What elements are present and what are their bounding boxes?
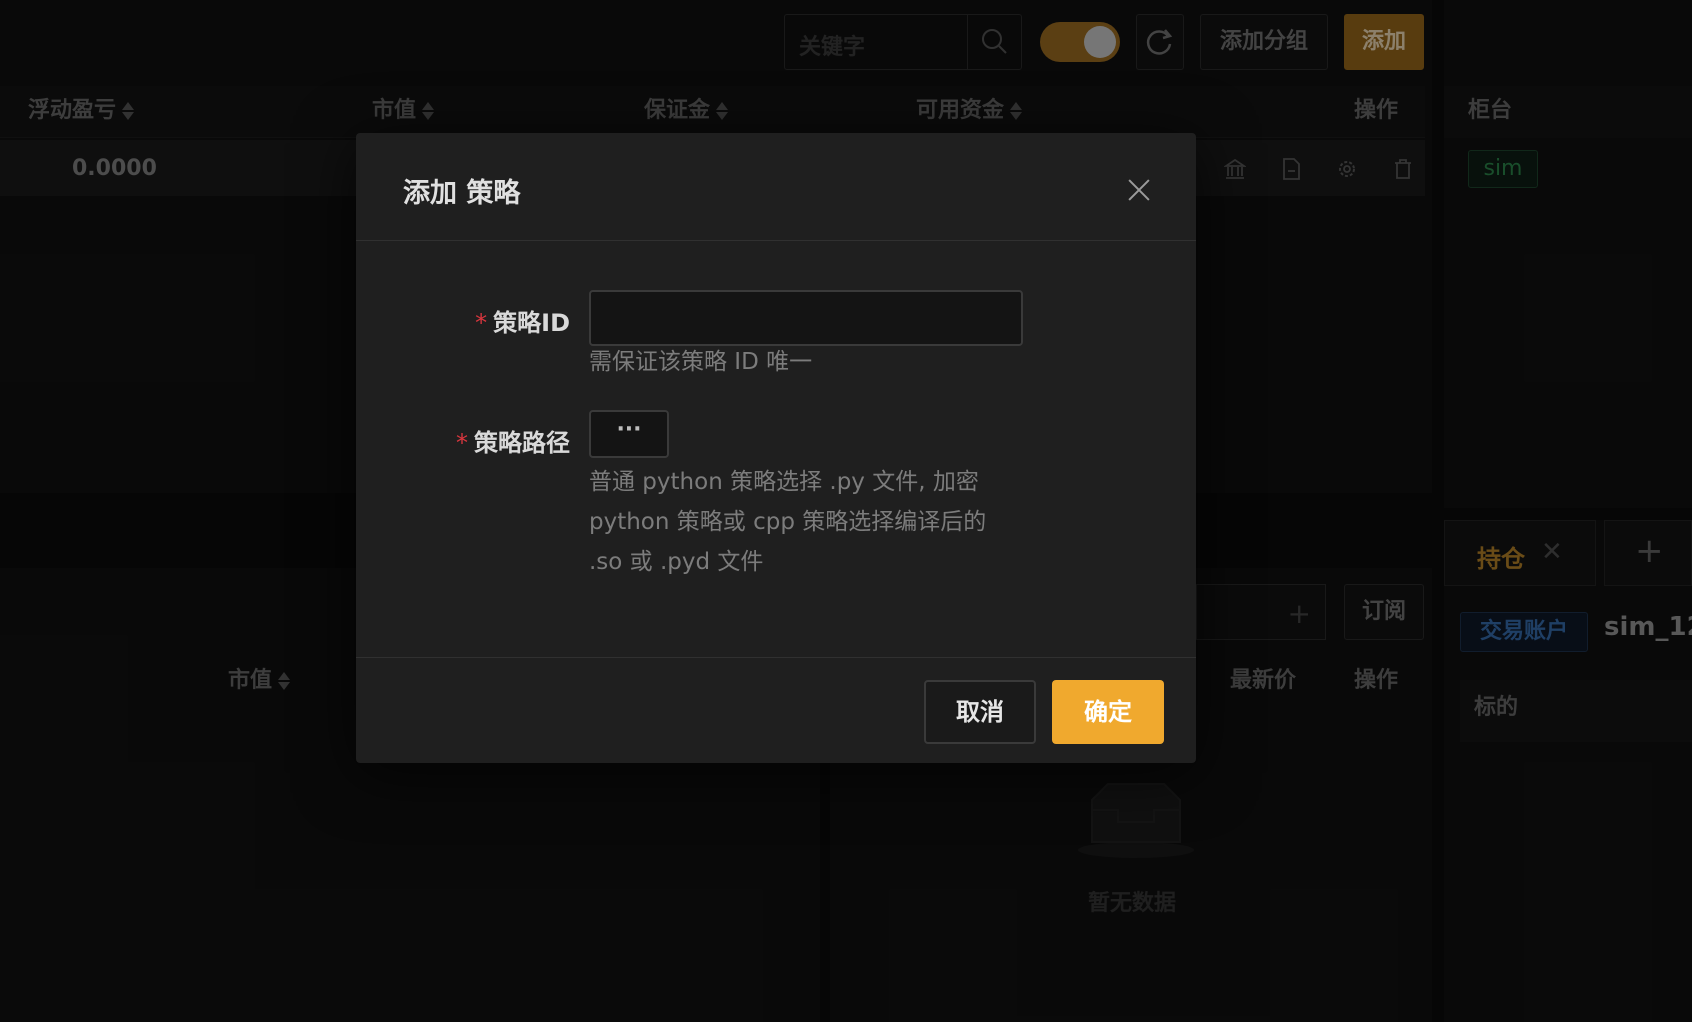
strategy-id-input[interactable] (589, 290, 1023, 346)
cancel-button[interactable]: 取消 (924, 680, 1036, 744)
help-line: python 策略或 cpp 策略选择编译后的 (589, 509, 987, 535)
modal-title: 添加 策略 (403, 178, 521, 209)
required-asterisk: * (475, 309, 488, 337)
confirm-button[interactable]: 确定 (1052, 680, 1164, 744)
close-icon[interactable] (1124, 175, 1154, 205)
modal-footer-divider (356, 657, 1196, 658)
strategy-path-label: * 策略路径 (456, 429, 570, 457)
modal-header-divider (356, 240, 1196, 241)
strategy-id-label: * 策略ID (475, 309, 570, 337)
browse-path-button[interactable]: ··· (589, 410, 669, 458)
add-strategy-modal: 添加 策略 * 策略ID 需保证该策略 ID 唯一 * 策略路径 ··· 普通 py… (356, 133, 1196, 763)
required-asterisk: * (456, 429, 468, 457)
help-line: 普通 python 策略选择 .py 文件, 加密 (589, 469, 979, 495)
strategy-id-help: 需保证该策略 ID 唯一 (589, 349, 813, 375)
strategy-path-help: 普通 python 策略选择 .py 文件, 加密 python 策略或 cpp… (589, 462, 986, 582)
help-line: .so 或 .pyd 文件 (589, 549, 764, 575)
